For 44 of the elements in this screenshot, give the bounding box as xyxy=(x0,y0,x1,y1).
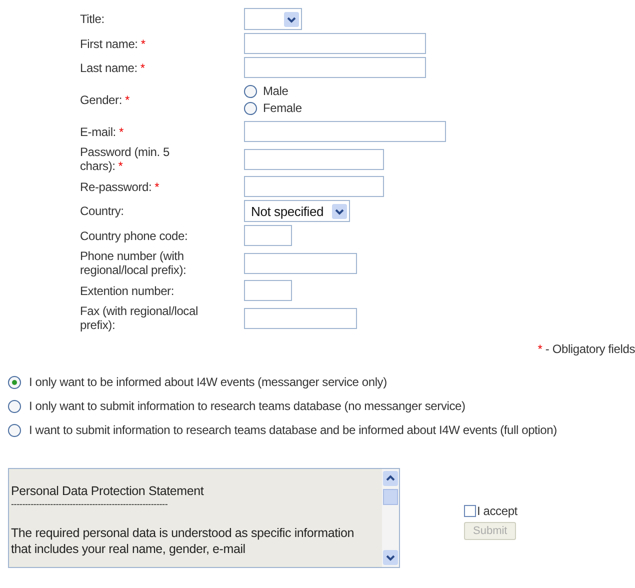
statement-text: The required personal data is understood as specific information that includes your real name, gender, e-mail xyxy=(11,525,355,557)
field-label: Title: xyxy=(80,12,104,26)
statement-box[interactable] xyxy=(8,468,400,568)
scroll-down-icon[interactable] xyxy=(383,550,398,565)
field-label: Country: xyxy=(80,204,124,218)
field-label: Extention number: xyxy=(80,284,174,298)
statement-title: Personal Data Protection Statement xyxy=(11,483,205,499)
radio-option[interactable]: Female xyxy=(244,101,635,115)
accept-checkbox[interactable]: I accept xyxy=(464,504,518,518)
scroll-thumb[interactable] xyxy=(383,489,398,505)
text-field[interactable] xyxy=(244,252,357,274)
dropdown[interactable]: Not specified xyxy=(244,200,350,222)
statement-rule: -------------------------------------------------------- xyxy=(11,499,169,509)
radio-option[interactable]: Male xyxy=(244,84,635,98)
field-label: Last name: * xyxy=(80,60,145,74)
radio-icon[interactable] xyxy=(244,102,257,114)
radio-icon[interactable] xyxy=(8,376,21,390)
text-field[interactable] xyxy=(244,225,292,246)
text-field[interactable] xyxy=(244,121,446,142)
radio-icon[interactable] xyxy=(8,424,21,438)
radio-option[interactable]: I only want to submit information to research teams database (no messanger service) xyxy=(8,398,585,414)
dropdown-caret-icon[interactable] xyxy=(284,12,299,26)
field-label: Re-password: * xyxy=(80,180,160,194)
text-field[interactable] xyxy=(244,33,426,54)
obligatory-note: * - Obligatory fields xyxy=(536,342,635,356)
field-label: Fax (with regional/local prefix): xyxy=(80,304,199,332)
field-label: Phone number (with regional/local prefix): xyxy=(80,249,188,277)
checkbox-icon[interactable] xyxy=(464,505,476,517)
field-label: First name: * xyxy=(80,36,146,50)
text-field[interactable] xyxy=(244,176,384,197)
field-label: Country phone code: xyxy=(80,228,188,242)
radio-option[interactable]: I only want to be informed about I4W events (messanger service only) xyxy=(8,374,585,390)
radio-icon[interactable] xyxy=(244,84,257,98)
scroll-up-icon[interactable] xyxy=(383,471,398,486)
text-field[interactable] xyxy=(244,308,357,328)
dropdown-caret-icon[interactable] xyxy=(332,204,347,218)
text-field[interactable] xyxy=(244,280,292,301)
field-label: Password (min. 5 chars): * xyxy=(80,145,170,173)
text-field[interactable] xyxy=(244,148,384,170)
field-label: E-mail: * xyxy=(80,124,124,138)
text-field[interactable] xyxy=(244,57,426,78)
radio-option[interactable]: I want to submit information to research teams database and be informed about I4W events (full option) xyxy=(8,422,585,438)
radio-icon[interactable] xyxy=(8,400,21,414)
field-label: Gender: * xyxy=(80,92,130,106)
